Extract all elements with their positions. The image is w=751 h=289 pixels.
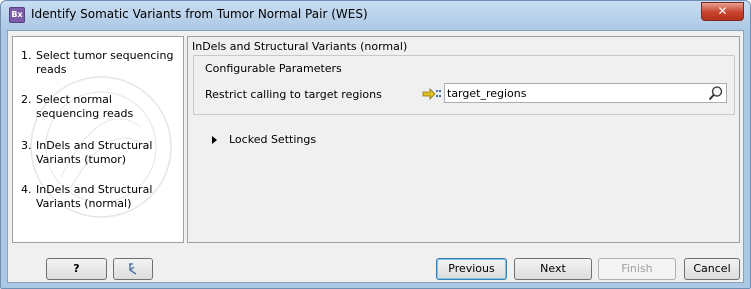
reset-button[interactable]: [113, 258, 153, 280]
target-regions-value: target_regions: [447, 87, 527, 100]
window-title: Identify Somatic Variants from Tumor Nor…: [31, 7, 368, 21]
step-number: 2.: [21, 93, 32, 106]
step-content-panel: InDels and Structural Variants (normal) …: [187, 36, 740, 243]
dialog-body: 1. Select tumor sequencing reads 2. Sele…: [7, 30, 744, 283]
help-button[interactable]: ?: [46, 258, 107, 280]
group-title: Configurable Parameters: [205, 62, 342, 75]
step-label: InDels and Structural Variants (tumor): [36, 139, 153, 166]
close-button[interactable]: ✕: [701, 2, 744, 21]
step-label: Select tumor sequencing reads: [36, 49, 174, 76]
locked-settings-toggle[interactable]: Locked Settings: [229, 133, 316, 146]
step-label: Select normal sequencing reads: [36, 93, 134, 120]
title-bar[interactable]: Bx Identify Somatic Variants from Tumor …: [1, 1, 750, 29]
section-title: InDels and Structural Variants (normal): [192, 40, 408, 53]
step-label: InDels and Structural Variants (normal): [36, 183, 153, 210]
expand-triangle-icon[interactable]: [212, 136, 217, 144]
dialog-window: Bx Identify Somatic Variants from Tumor …: [0, 0, 751, 289]
cancel-button[interactable]: Cancel: [684, 258, 740, 280]
wizard-steps-panel: 1. Select tumor sequencing reads 2. Sele…: [12, 36, 184, 243]
finish-button[interactable]: Finish: [598, 258, 676, 280]
step-2[interactable]: 2. Select normal sequencing reads: [21, 93, 176, 121]
target-regions-label: Restrict calling to target regions: [205, 88, 382, 101]
previous-button[interactable]: Previous: [436, 258, 507, 280]
reset-arrow-icon: [129, 263, 137, 275]
browse-magnifier-icon[interactable]: [708, 85, 724, 101]
step-number: 1.: [21, 49, 32, 62]
configurable-parameters-group: Configurable Parameters Restrict calling…: [193, 55, 735, 115]
workflow-input-icon: [422, 88, 441, 100]
step-3[interactable]: 3. InDels and Structural Variants (tumor…: [21, 139, 176, 167]
app-icon: Bx: [9, 7, 25, 23]
step-number: 3.: [21, 139, 32, 152]
step-number: 4.: [21, 183, 32, 196]
step-4[interactable]: 4. InDels and Structural Variants (norma…: [21, 183, 176, 211]
step-1[interactable]: 1. Select tumor sequencing reads: [21, 49, 176, 77]
next-button[interactable]: Next: [514, 258, 592, 280]
